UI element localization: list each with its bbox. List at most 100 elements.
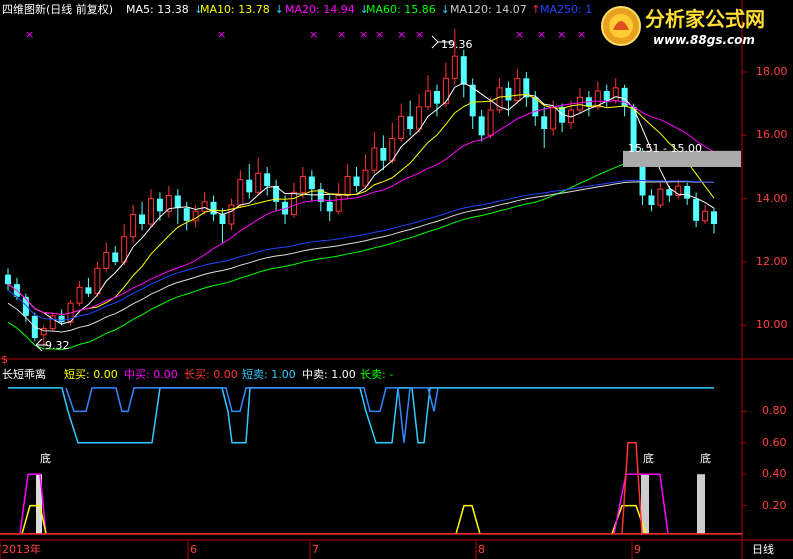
candle-body (183, 208, 190, 221)
candle-body (156, 198, 163, 212)
high-price-label: 19.36 (441, 38, 473, 51)
candle-body (353, 176, 360, 186)
chart-title: 四维图新(日线 前复权) (2, 3, 114, 16)
ma-legend-item: MA60: 15.86 (366, 3, 436, 16)
candle-body (139, 214, 146, 224)
signal-marker: × (577, 28, 587, 41)
candle-body (85, 287, 92, 294)
ma-legend-item: MA5: 13.38 (126, 3, 189, 16)
candle-body (603, 91, 610, 101)
candle-body (666, 189, 673, 196)
price-tick-label: 18.00 (756, 65, 788, 78)
candle-body (657, 188, 664, 206)
candle-body (398, 115, 405, 140)
candle-body (648, 195, 655, 205)
candle-body (174, 195, 181, 209)
long-buy-line (621, 442, 643, 534)
time-axis-label: 7 (312, 543, 319, 556)
candle-body (147, 198, 154, 225)
period-label[interactable]: 日线 (752, 543, 774, 556)
candle-body (693, 198, 700, 221)
candle-body (684, 186, 691, 199)
indicator-legend-item: 中买: 0.00 (124, 368, 178, 381)
candle-body (112, 252, 119, 262)
candle-body (451, 55, 458, 79)
time-axis-label: 9 (634, 543, 641, 556)
bottom-signal-label: 底 (700, 452, 711, 465)
indicator-legend-item: 长卖: - (360, 368, 394, 381)
indicator-name: 长短乖离 (2, 368, 46, 381)
ma-legend-item: MA120: 14.07 (450, 3, 527, 16)
ma-line (7, 100, 715, 315)
indicator-tick-label: 0.60 (762, 435, 787, 449)
candle-body (460, 56, 467, 85)
candle-body (290, 191, 297, 215)
candle-body (478, 116, 485, 136)
bottom-signal-label: 底 (40, 452, 51, 465)
price-tick-label: 14.00 (756, 191, 788, 205)
ma-legend-item: MA10: 13.78 (200, 3, 270, 16)
candle-body (362, 169, 369, 187)
signal-marker: × (217, 28, 227, 41)
candle-body (621, 87, 628, 107)
candle-body (130, 214, 137, 238)
stock-chart (0, 0, 793, 559)
time-axis-label: 2013年 (2, 543, 41, 556)
signal-marker: × (415, 28, 425, 41)
range-box-label: 15.51 - 15.00 (628, 142, 702, 155)
candle-body (576, 96, 583, 111)
logo-name: 分析家公式网 (645, 7, 765, 31)
mid-sell-line (65, 387, 439, 443)
indicator-tick-label: 0.40 (762, 467, 787, 481)
indicator-legend-item: 中卖: 1.00 (302, 368, 356, 381)
candle-body (335, 195, 342, 212)
time-axis-label: 8 (478, 543, 485, 556)
candle-body (246, 179, 253, 193)
candle-body (255, 172, 262, 193)
signal-marker: × (25, 28, 35, 41)
ma-line (7, 82, 715, 325)
candle-body (711, 211, 717, 224)
candle-body (228, 204, 235, 225)
signal-marker: × (557, 28, 567, 41)
ma-line (7, 93, 715, 315)
candle-body (121, 236, 128, 263)
candle-body (702, 210, 709, 222)
candle-body (514, 77, 521, 102)
candle-body (407, 116, 414, 129)
dollar-marker: $ (1, 353, 8, 366)
candle-body (326, 201, 333, 212)
indicator-legend-item: 长买: 0.00 (184, 368, 238, 381)
site-logo: 分析家公式网 www.88gs.com (599, 2, 789, 52)
short-sell-line (8, 387, 714, 444)
candle-body (344, 176, 351, 196)
candle-body (505, 87, 512, 101)
candle-body (76, 286, 83, 304)
candle-body (5, 274, 11, 285)
candle-body (371, 147, 378, 171)
candle-body (201, 201, 208, 212)
candle-body (380, 148, 387, 161)
ma-legend-item: MA20: 14.94 (285, 3, 355, 16)
signal-marker: × (515, 28, 525, 41)
signal-marker: × (397, 28, 407, 41)
candle-body (416, 106, 423, 130)
candle-body (487, 109, 494, 136)
short-buy-line (21, 504, 47, 535)
signal-marker: × (359, 28, 369, 41)
candle-body (425, 90, 432, 108)
candle-body (550, 106, 557, 130)
indicator-legend-item: 短卖: 1.00 (242, 368, 296, 381)
candle-body (219, 214, 226, 224)
ma-arrow-icon: ↓ (440, 3, 450, 16)
signal-marker: × (309, 28, 319, 41)
ma-arrow-icon: ↓ (274, 3, 284, 16)
price-tick-label: 16.00 (756, 128, 788, 142)
indicator-tick-label: 0.80 (762, 404, 787, 418)
time-axis-label: 6 (190, 543, 197, 556)
candle-body (299, 176, 306, 193)
ma-legend-item: MA250: 1 (540, 3, 593, 16)
signal-marker: × (537, 28, 547, 41)
bottom-bar (697, 474, 705, 534)
price-tick-label: 10.00 (756, 318, 788, 332)
